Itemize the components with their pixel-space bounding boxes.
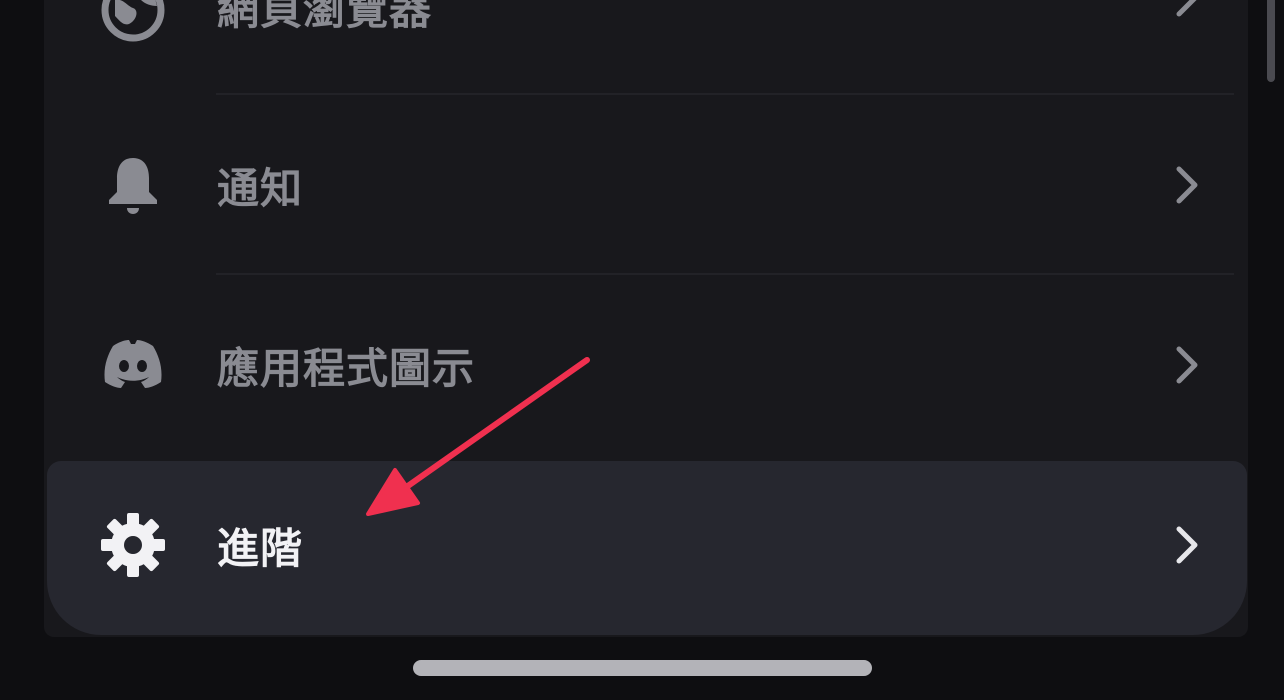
settings-item-label: 應用程式圖示 (217, 344, 476, 393)
chevron-right-icon (1176, 526, 1198, 564)
discord-icon (99, 330, 167, 398)
chevron-right-icon (1176, 0, 1197, 17)
globe-icon (99, 0, 167, 44)
settings-item-label: 通知 (217, 164, 304, 213)
settings-item-advanced[interactable]: 進階 (47, 461, 1247, 635)
settings-item-label: 網頁瀏覽器 (217, 0, 433, 34)
settings-item-web-browser[interactable]: 網頁瀏覽器 (44, 0, 1248, 100)
home-indicator[interactable] (413, 660, 872, 676)
scrollbar[interactable] (1267, 0, 1275, 82)
chevron-right-icon (1176, 346, 1198, 384)
settings-item-label: 進階 (217, 524, 304, 573)
settings-screen: 網頁瀏覽器 通知 應用程式圖示 進階 (0, 0, 1284, 700)
settings-item-notifications[interactable]: 通知 (44, 95, 1248, 275)
bell-icon (99, 150, 167, 218)
settings-item-app-icon[interactable]: 應用程式圖示 (44, 275, 1248, 455)
chevron-right-icon (1176, 166, 1198, 204)
gear-icon (99, 511, 167, 579)
